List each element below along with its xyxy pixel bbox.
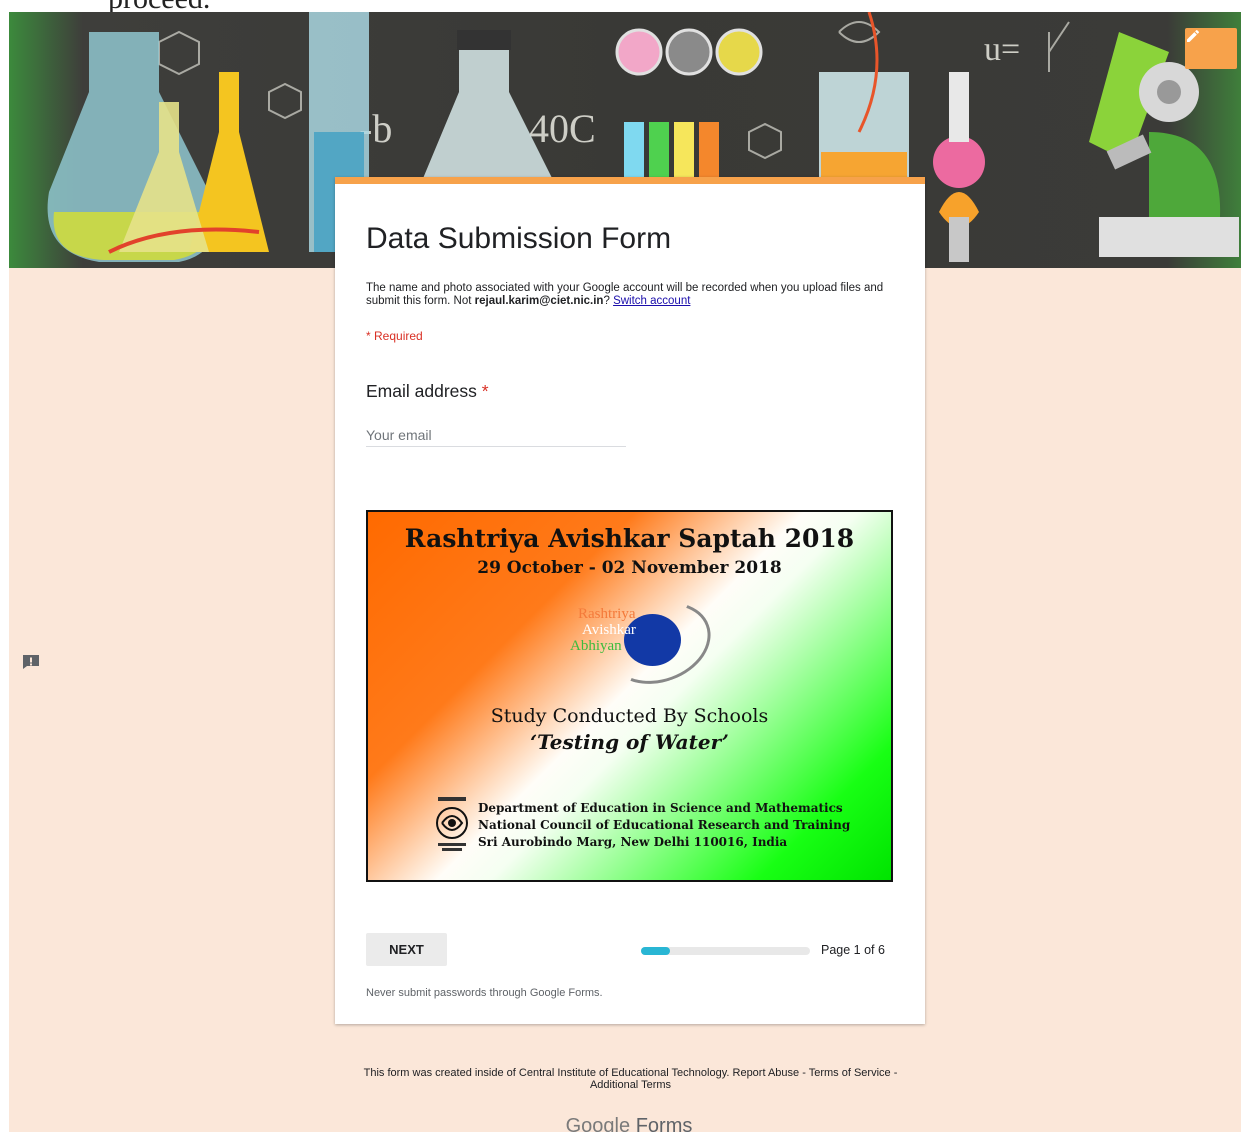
- svg-text:u=: u=: [984, 31, 1020, 68]
- raa-logo: Rashtriya Avishkar Abhiyan: [570, 588, 723, 698]
- switch-account-link[interactable]: Switch account: [613, 295, 690, 307]
- svg-text:40C: 40C: [529, 106, 596, 151]
- progress-bar: [641, 947, 810, 955]
- question-text: Email address: [366, 381, 477, 401]
- required-star: *: [481, 381, 489, 401]
- progress-bar-fill: [641, 947, 670, 955]
- poster-study-title: ‘Testing of Water’: [530, 730, 729, 754]
- footer-text: This form was created inside of Central …: [363, 1067, 898, 1091]
- notice-separator: ?: [603, 295, 614, 307]
- form-background: -b 40C u= Data Submission Form The name …: [9, 12, 1241, 1132]
- poster-dates: 29 October - 02 November 2018: [477, 558, 782, 578]
- page-indicator: Page 1 of 6: [821, 943, 885, 957]
- poster-study-line: Study Conducted By Schools: [490, 705, 769, 727]
- edit-form-button[interactable]: [1185, 28, 1237, 69]
- email-question-label: Email address *: [366, 381, 489, 402]
- account-email: rejaul.karim@ciet.nic.in: [474, 295, 604, 307]
- form-card: Data Submission Form The name and photo …: [335, 177, 925, 1024]
- pencil-icon: [1187, 29, 1200, 42]
- email-input[interactable]: [366, 423, 626, 447]
- brand-google: Google: [565, 1115, 631, 1132]
- brand-forms: Forms: [635, 1115, 693, 1132]
- password-warning: Never submit passwords through Google Fo…: [366, 987, 603, 999]
- poster-title: Rashtriya Avishkar Saptah 2018: [404, 524, 855, 553]
- form-title: Data Submission Form: [366, 222, 672, 255]
- poster-department: Department of Education in Science and M…: [478, 801, 851, 849]
- event-poster-image: Rashtriya Avishkar Saptah 2018 29 Octobe…: [366, 510, 893, 882]
- report-feedback-icon[interactable]: [22, 654, 40, 670]
- next-button[interactable]: NEXT: [366, 933, 447, 966]
- account-notice: The name and photo associated with your …: [366, 282, 896, 308]
- google-forms-logo[interactable]: Google Forms: [549, 1115, 709, 1132]
- required-note: * Required: [366, 329, 423, 343]
- ncert-emblem-icon: [436, 797, 468, 851]
